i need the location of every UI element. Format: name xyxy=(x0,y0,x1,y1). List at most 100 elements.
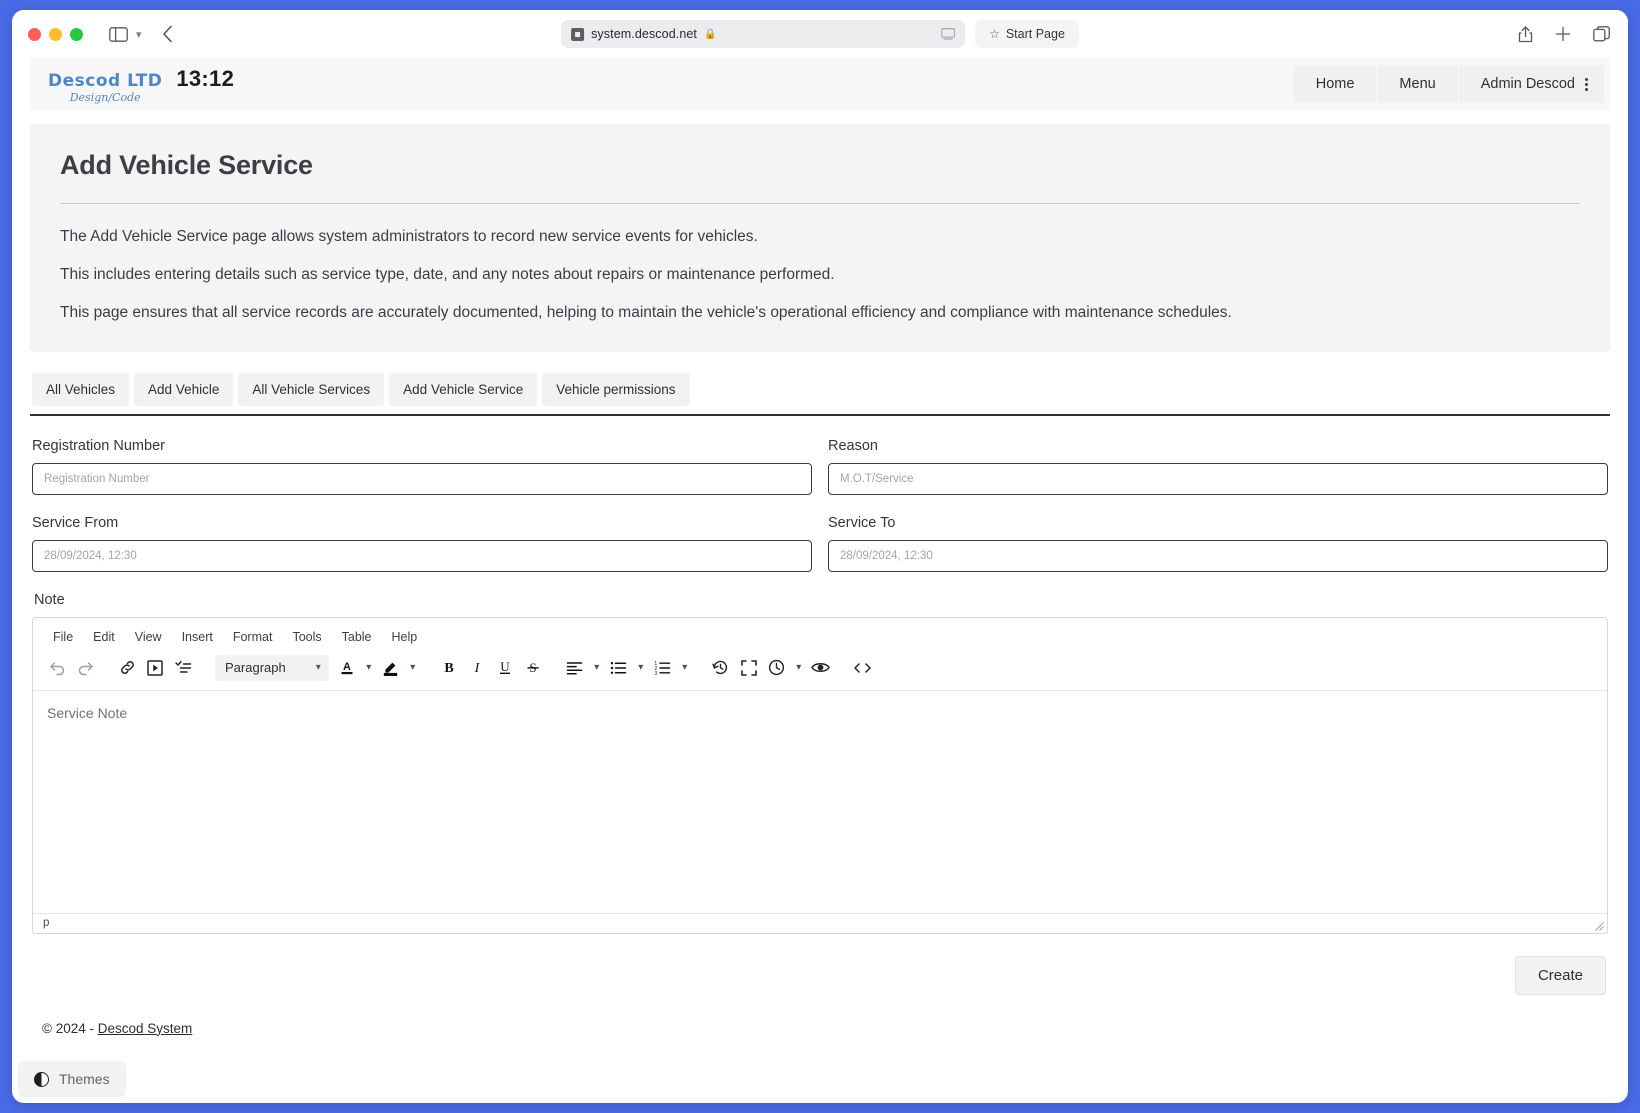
highlight-color-icon[interactable] xyxy=(377,655,405,681)
italic-icon[interactable]: I xyxy=(463,655,491,681)
field-service-from: Service From 28/09/2024, 12:30 xyxy=(32,515,812,572)
format-painter-icon[interactable] xyxy=(169,655,197,681)
footer-link-descod-system[interactable]: Descod System xyxy=(98,1021,193,1036)
editor-resize-handle[interactable] xyxy=(1595,921,1604,931)
extension-icon[interactable] xyxy=(571,27,585,41)
reader-view-icon[interactable] xyxy=(941,28,956,40)
numbered-list-icon[interactable]: 1 2 3 xyxy=(649,655,677,681)
section-tabs: All Vehicles Add Vehicle All Vehicle Ser… xyxy=(30,373,1610,406)
field-registration-number: Registration Number Registration Number xyxy=(32,438,812,495)
service-from-label: Service From xyxy=(32,514,119,531)
clock: 13:12 xyxy=(176,65,235,91)
insert-datetime-icon[interactable] xyxy=(763,655,791,681)
address-bar[interactable]: system.descod.net 🔒 xyxy=(561,20,966,48)
tab-vehicle-permissions[interactable]: Vehicle permissions xyxy=(542,373,690,406)
reason-input[interactable]: M.O.T/Service xyxy=(828,462,1608,495)
editor-menu-tools[interactable]: Tools xyxy=(284,627,329,647)
redo-icon[interactable] xyxy=(71,655,99,681)
editor-menubar: File Edit View Insert Format Tools Table… xyxy=(33,618,1607,651)
form-actions: Create xyxy=(32,934,1608,1001)
close-window-button[interactable] xyxy=(28,27,41,41)
service-to-input[interactable]: 28/09/2024, 12:30 xyxy=(828,539,1608,572)
nav-item-menu[interactable]: Menu xyxy=(1377,65,1458,103)
themes-button[interactable]: Themes xyxy=(18,1061,126,1097)
service-from-input[interactable]: 28/09/2024, 12:30 xyxy=(32,539,812,572)
editor-menu-help[interactable]: Help xyxy=(384,627,426,647)
nav-item-home[interactable]: Home xyxy=(1293,65,1377,103)
bullet-list-chevron-icon[interactable]: ▾ xyxy=(633,655,649,681)
editor-element-path: p xyxy=(43,917,50,929)
svg-text:3: 3 xyxy=(655,670,658,674)
browser-toolbar: ▾ system.descod.net 🔒 ☆ Start Page xyxy=(12,10,1628,58)
bold-icon[interactable]: B xyxy=(435,655,463,681)
format-select-value: Paragraph xyxy=(225,660,286,675)
tab-all-vehicles[interactable]: All Vehicles xyxy=(32,373,130,406)
page-title: Add Vehicle Service xyxy=(60,150,313,180)
form-row-1: Registration Number Registration Number … xyxy=(32,438,1608,495)
minimize-window-button[interactable] xyxy=(49,27,62,41)
tab-overview-icon[interactable] xyxy=(1593,26,1610,42)
lock-icon: 🔒 xyxy=(704,28,717,40)
text-color-icon[interactable]: A xyxy=(333,655,361,681)
plus-icon[interactable] xyxy=(1555,26,1571,42)
editor-menu-table[interactable]: Table xyxy=(334,627,380,647)
editor-menu-format[interactable]: Format xyxy=(225,627,281,647)
source-code-icon[interactable] xyxy=(849,655,877,681)
nav-item-admin-descod[interactable]: Admin Descod xyxy=(1458,65,1604,103)
sidebar-toggle-icon[interactable] xyxy=(109,26,128,42)
fullscreen-icon[interactable] xyxy=(735,655,763,681)
address-bar-area: system.descod.net 🔒 ☆ Start Page xyxy=(561,20,1079,48)
strikethrough-icon[interactable]: S xyxy=(519,655,547,681)
highlight-color-chevron-icon[interactable]: ▾ xyxy=(405,655,421,681)
page-intro-card: Add Vehicle Service The Add Vehicle Serv… xyxy=(30,124,1610,352)
undo-icon[interactable] xyxy=(43,655,71,681)
link-icon[interactable] xyxy=(113,655,141,681)
app-header: Descod LTD Design/Code 13:12 Home Menu A… xyxy=(30,58,1610,110)
format-select[interactable]: Paragraph ▾ xyxy=(215,654,329,681)
tab-all-vehicle-services[interactable]: All Vehicle Services xyxy=(238,373,385,406)
browser-tab-start-page[interactable]: ☆ Start Page xyxy=(975,20,1079,48)
maximize-window-button[interactable] xyxy=(70,27,83,41)
registration-number-input[interactable]: Registration Number xyxy=(32,462,812,495)
datetime-chevron-icon[interactable]: ▾ xyxy=(791,655,807,681)
service-to-label: Service To xyxy=(828,514,896,531)
restore-draft-icon[interactable] xyxy=(707,655,735,681)
editor-content-area[interactable]: Service Note xyxy=(33,691,1607,913)
media-icon[interactable] xyxy=(141,655,169,681)
tab-add-vehicle-service[interactable]: Add Vehicle Service xyxy=(389,373,538,406)
editor-menu-view[interactable]: View xyxy=(127,627,170,647)
brand-tagline: Design/Code xyxy=(69,90,141,104)
underline-icon[interactable]: U xyxy=(491,655,519,681)
editor-placeholder: Service Note xyxy=(47,704,128,721)
field-service-to: Service To 28/09/2024, 12:30 xyxy=(828,515,1608,572)
description-paragraph-1: The Add Vehicle Service page allows syst… xyxy=(60,228,758,245)
page-content: Add Vehicle Service The Add Vehicle Serv… xyxy=(12,124,1628,1036)
share-icon[interactable] xyxy=(1518,25,1533,43)
editor-menu-file[interactable]: File xyxy=(45,627,81,647)
svg-text:B: B xyxy=(444,661,453,676)
preview-icon[interactable] xyxy=(807,655,835,681)
chevron-down-icon[interactable]: ▾ xyxy=(136,28,142,41)
field-reason: Reason M.O.T/Service xyxy=(828,438,1608,495)
desktop-background: ▾ system.descod.net 🔒 ☆ Start Page Desco… xyxy=(0,0,1640,1113)
editor-menu-edit[interactable]: Edit xyxy=(85,627,123,647)
bullet-list-icon[interactable] xyxy=(605,655,633,681)
text-color-chevron-icon[interactable]: ▾ xyxy=(361,655,377,681)
contrast-icon xyxy=(34,1071,49,1087)
logo: Descod LTD Design/Code xyxy=(48,70,163,104)
chevron-down-icon: ▾ xyxy=(315,662,321,673)
svg-text:U: U xyxy=(500,659,510,674)
brand-name: Descod LTD xyxy=(48,70,163,91)
themes-label: Themes xyxy=(59,1071,110,1087)
align-chevron-icon[interactable]: ▾ xyxy=(589,655,605,681)
numbered-list-chevron-icon[interactable]: ▾ xyxy=(677,655,693,681)
align-left-icon[interactable] xyxy=(561,655,589,681)
create-button[interactable]: Create xyxy=(1514,955,1606,995)
form-row-2: Service From 28/09/2024, 12:30 Service T… xyxy=(32,515,1608,572)
back-arrow-icon[interactable] xyxy=(162,25,173,43)
editor-menu-insert[interactable]: Insert xyxy=(174,627,221,647)
tab-add-vehicle[interactable]: Add Vehicle xyxy=(134,373,234,406)
main-nav: Home Menu Admin Descod xyxy=(1293,58,1610,110)
star-icon: ☆ xyxy=(989,27,1000,41)
kebab-menu-icon[interactable] xyxy=(1585,77,1588,91)
